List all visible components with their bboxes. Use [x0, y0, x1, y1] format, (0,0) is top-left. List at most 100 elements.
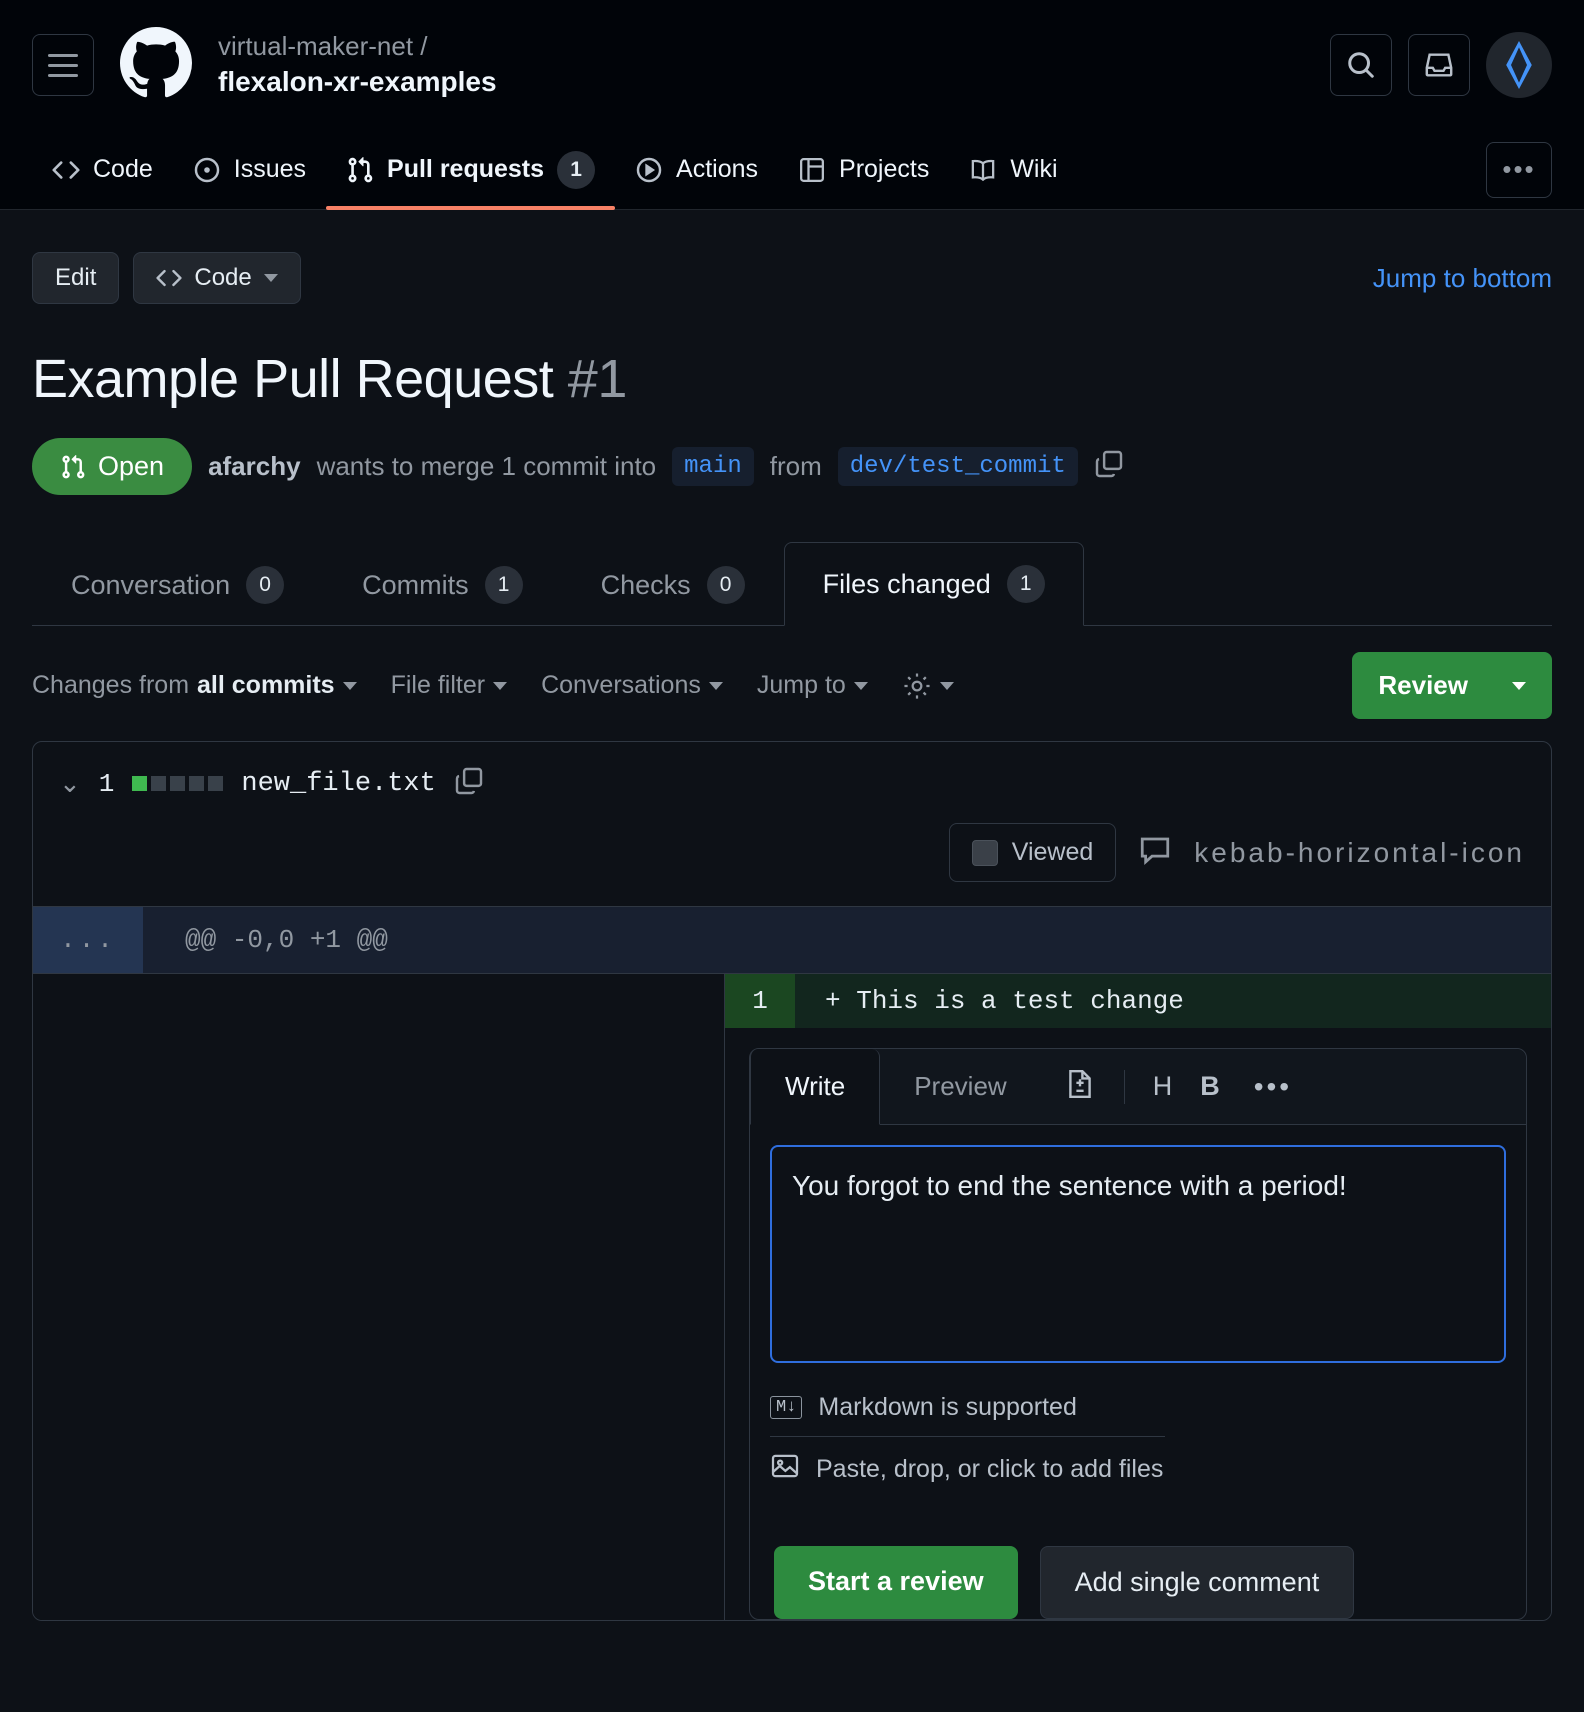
jump-to-bottom-link[interactable]: Jump to bottom — [1373, 263, 1552, 294]
nav-item-label: Actions — [676, 155, 759, 183]
changes-from-value: all commits — [197, 671, 335, 699]
pr-merge-text-2: from — [769, 451, 822, 481]
nav-item-label: Pull requests — [387, 155, 545, 183]
repo-nav: Code Issues Pull requests 1 Actions Proj… — [0, 130, 1584, 210]
diff-stat-block — [170, 776, 186, 791]
tab-checks[interactable]: Checks 0 — [562, 543, 784, 626]
pr-meta-row: Open afarchy wants to merge 1 commit int… — [32, 438, 1552, 495]
viewed-label: Viewed — [1011, 838, 1094, 866]
hint-divider — [770, 1436, 1165, 1437]
tab-count: 1 — [1006, 565, 1045, 603]
tab-preview[interactable]: Preview — [880, 1049, 1041, 1124]
expand-hunk-button[interactable]: ... — [33, 907, 143, 973]
tab-conversation[interactable]: Conversation 0 — [32, 543, 323, 626]
app-header: virtual-maker-net / flexalon-xr-examples — [0, 0, 1584, 130]
markdown-hint: M↓ Markdown is supported — [770, 1383, 1506, 1432]
pr-title-text: Example Pull Request — [32, 349, 554, 409]
code-button[interactable]: Code — [133, 252, 301, 304]
pr-author: afarchy — [208, 451, 301, 482]
nav-item-projects[interactable]: Projects — [778, 130, 949, 209]
toolbar-divider — [1123, 1069, 1125, 1104]
viewed-checkbox[interactable]: Viewed — [948, 823, 1117, 882]
changes-from-dropdown[interactable]: Changes from all commits — [32, 671, 357, 700]
github-logo-icon[interactable] — [120, 26, 192, 104]
checkbox-icon — [971, 839, 998, 866]
user-avatar-icon[interactable] — [1486, 32, 1552, 98]
diff-text: This is a test change — [856, 986, 1184, 1016]
comment-icon[interactable] — [1138, 833, 1172, 872]
heading-icon[interactable]: H — [1153, 1071, 1173, 1102]
search-icon[interactable] — [1330, 34, 1392, 96]
attach-hint[interactable]: Paste, drop, or click to add files — [770, 1441, 1506, 1498]
file-name[interactable]: new_file.txt — [241, 769, 435, 799]
nav-item-wiki[interactable]: Wiki — [949, 130, 1077, 209]
kebab-horizontal-icon[interactable]: kebab-horizontal-icon — [1194, 837, 1525, 869]
markdown-hint-label: Markdown is supported — [818, 1393, 1077, 1421]
tab-files-changed[interactable]: Files changed 1 — [783, 542, 1084, 626]
bold-icon[interactable]: B — [1200, 1071, 1220, 1102]
comment-input[interactable]: You forgot to end the sentence with a pe… — [770, 1145, 1506, 1363]
jump-to-dropdown[interactable]: Jump to — [757, 671, 868, 700]
inbox-icon[interactable] — [1408, 34, 1470, 96]
nav-more-button[interactable]: ••• — [1486, 141, 1552, 198]
start-review-button[interactable]: Start a review — [774, 1546, 1018, 1619]
chevron-down-icon — [493, 681, 508, 690]
diff-stat-block — [208, 776, 224, 791]
diff-settings-dropdown[interactable] — [902, 671, 954, 701]
nav-item-issues[interactable]: Issues — [173, 130, 326, 209]
diff-toolbar: Changes from all commits File filter Con… — [32, 626, 1552, 741]
header-actions — [1330, 32, 1552, 98]
inline-comment-form: Write Preview H B ••• You forgot to end … — [749, 1048, 1527, 1620]
copy-path-icon[interactable] — [454, 766, 484, 801]
chevron-down-icon — [1512, 681, 1526, 690]
edit-button[interactable]: Edit — [32, 252, 120, 304]
tab-count: 0 — [246, 566, 285, 604]
tab-label: Files changed — [822, 568, 991, 599]
review-button-label: Review — [1378, 670, 1468, 700]
chevron-down-icon — [263, 274, 278, 282]
head-branch-label[interactable]: dev/test_commit — [837, 447, 1078, 486]
pr-number: #1 — [567, 349, 628, 409]
diff-stat-block — [132, 776, 148, 791]
conversations-label: Conversations — [541, 671, 701, 699]
tab-write[interactable]: Write — [750, 1049, 881, 1125]
nav-item-code[interactable]: Code — [32, 130, 173, 209]
tab-commits[interactable]: Commits 1 — [323, 543, 562, 626]
nav-item-actions[interactable]: Actions — [615, 130, 778, 209]
file-diff-icon[interactable] — [1064, 1068, 1096, 1105]
nav-item-label: Code — [93, 155, 153, 183]
hamburger-icon[interactable] — [32, 34, 94, 96]
chevron-down-icon[interactable]: ⌄ — [59, 768, 81, 799]
copy-icon[interactable] — [1094, 449, 1124, 484]
changes-from-prefix: Changes from — [32, 671, 190, 699]
nav-item-label: Issues — [233, 155, 307, 183]
repo-owner[interactable]: virtual-maker-net / — [218, 30, 497, 63]
comment-form-tabs: Write Preview H B ••• — [750, 1049, 1526, 1125]
add-single-comment-button[interactable]: Add single comment — [1039, 1546, 1355, 1619]
file-actions-row: Viewed kebab-horizontal-icon — [33, 811, 1551, 906]
tab-label: Conversation — [71, 569, 231, 600]
diff-added-line[interactable]: 1 + This is a test change — [725, 974, 1551, 1028]
image-icon — [770, 1451, 800, 1488]
gear-icon — [904, 672, 930, 699]
hunk-range-label: @@ -0,0 +1 @@ — [185, 925, 388, 955]
git-pull-request-icon — [62, 454, 85, 478]
markdown-icon: M↓ — [770, 1396, 803, 1419]
chevron-down-icon — [342, 681, 357, 690]
base-branch-label[interactable]: main — [672, 447, 754, 486]
nav-item-pull-requests[interactable]: Pull requests 1 — [326, 130, 616, 210]
conversations-dropdown[interactable]: Conversations — [541, 671, 723, 700]
pr-author-name[interactable]: afarchy — [208, 451, 301, 481]
line-number: 1 — [725, 974, 795, 1028]
repo-name[interactable]: flexalon-xr-examples — [218, 64, 497, 100]
toolbar-more-icon[interactable]: ••• — [1254, 1071, 1292, 1103]
tab-count: 0 — [706, 566, 745, 604]
tab-label: Checks — [600, 569, 691, 600]
review-button[interactable]: Review — [1352, 652, 1552, 719]
jump-to-label: Jump to — [756, 671, 846, 699]
page-title: Example Pull Request #1 — [32, 348, 1552, 410]
file-filter-dropdown[interactable]: File filter — [391, 671, 508, 700]
line-content: + This is a test change — [795, 974, 1551, 1028]
diff-stat-block — [189, 776, 205, 791]
pr-action-row: Edit Code Jump to bottom — [32, 252, 1552, 304]
